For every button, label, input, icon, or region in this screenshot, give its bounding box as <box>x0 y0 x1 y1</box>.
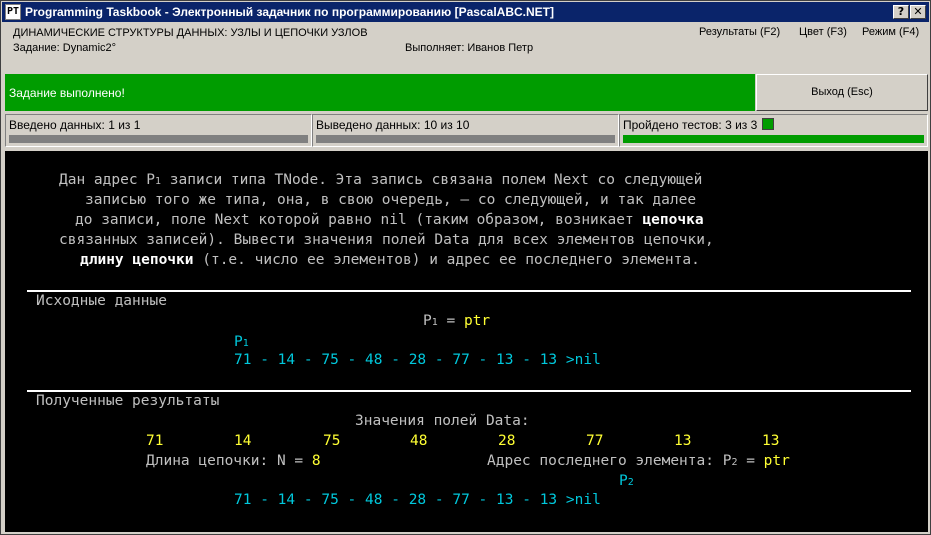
chain-node: 75 <box>321 352 339 368</box>
chain-node: 14 <box>277 352 296 368</box>
color-menu[interactable]: Цвет (F3) <box>799 26 847 38</box>
tests-progress-label: Пройдено тестов: 3 из 3 <box>623 118 775 132</box>
tests-passed-icon <box>762 118 775 130</box>
data-value: 13 <box>674 433 692 449</box>
title-bar: PT Programming Taskbook - Электронный за… <box>2 2 929 22</box>
input-chain: 71 - 14 - 75 - 48 - 28 - 77 - 13 - 13 >n… <box>234 352 601 368</box>
data-values-label: Значения полей Data: <box>355 413 530 429</box>
chain-length: Длина цепочки: N = 8 <box>146 453 321 469</box>
chain-node: 48 <box>365 492 383 508</box>
input-progress-label: Введено данных: 1 из 1 <box>9 118 141 132</box>
result-chain: 71 - 14 - 75 - 48 - 28 - 77 - 13 - 13 >n… <box>234 492 601 508</box>
result-section-title: Полученные результаты <box>36 393 220 409</box>
performer-name: Выполняет: Иванов Петр <box>405 42 534 54</box>
tests-progress: Пройдено тестов: 3 из 3 <box>619 114 928 147</box>
chain-node: 28 <box>408 352 427 368</box>
output-progress-label: Выведено данных: 10 из 10 <box>316 118 470 132</box>
chain-node: 14 <box>277 492 296 508</box>
chain-node: 71 <box>234 492 252 508</box>
topic-title: ДИНАМИЧЕСКИЕ СТРУКТУРЫ ДАННЫХ: УЗЛЫ И ЦЕ… <box>13 27 368 39</box>
input-section-title: Исходные данные <box>36 293 167 309</box>
tests-progress-bar <box>623 135 924 143</box>
chain-node: 77 <box>452 492 470 508</box>
data-value: 28 <box>498 433 516 449</box>
chain-node: 48 <box>365 352 383 368</box>
task-name: Задание: Dynamic2° <box>13 42 117 54</box>
results-menu[interactable]: Результаты (F2) <box>699 26 780 38</box>
chain-end: >nil <box>565 492 601 508</box>
chain-node: 13 <box>539 352 558 368</box>
mode-menu[interactable]: Режим (F4) <box>862 26 919 38</box>
app-window: PT Programming Taskbook - Электронный за… <box>0 0 931 535</box>
window-title: Programming Taskbook - Электронный задач… <box>25 5 554 19</box>
chain-node: 13 <box>496 352 514 368</box>
input-pointer: P1 = ptr <box>423 313 491 329</box>
chain-node: 13 <box>496 492 514 508</box>
chain-node: 13 <box>539 492 558 508</box>
data-value: 75 <box>323 433 341 449</box>
chain-node: 75 <box>321 492 339 508</box>
task-text-line-5: длину цепочки (т.е. число ее элементов) … <box>80 252 700 268</box>
input-chain-head-marker: P1 <box>234 334 249 350</box>
task-text-line-2: записью того же типа, она, в свою очеред… <box>85 192 697 208</box>
task-text-line-1: Дан адрес P1 записи типа TNode. Эта запи… <box>59 172 703 188</box>
input-progress-bar <box>9 135 308 143</box>
task-text-line-3: до записи, поле Next которой равно nil (… <box>75 212 704 228</box>
status-panel: Задание выполнено! <box>5 74 755 111</box>
chain-node: 77 <box>452 352 470 368</box>
data-value: 77 <box>586 433 604 449</box>
chain-node: 28 <box>408 492 427 508</box>
data-value: 13 <box>762 433 780 449</box>
task-text-line-4: связанных записей). Вывести значения пол… <box>59 232 714 248</box>
chain-end: >nil <box>565 352 601 368</box>
output-progress: Выведено данных: 10 из 10 <box>312 114 619 147</box>
data-value: 71 <box>146 433 164 449</box>
data-value: 48 <box>410 433 428 449</box>
result-chain-tail-marker: P2 <box>619 473 634 489</box>
task-console: Дан адрес P1 записи типа TNode. Эта запи… <box>5 151 928 532</box>
input-progress: Введено данных: 1 из 1 <box>5 114 312 147</box>
help-button[interactable]: ? <box>893 5 909 19</box>
exit-button[interactable]: Выход (Esc) <box>756 74 928 111</box>
last-element-address: Адрес последнего элемента: P2 = ptr <box>487 453 790 469</box>
output-progress-bar <box>316 135 615 143</box>
app-icon[interactable]: PT <box>5 4 21 20</box>
close-button[interactable]: ✕ <box>910 5 926 19</box>
chain-node: 71 <box>234 352 252 368</box>
data-value: 14 <box>234 433 252 449</box>
status-message: Задание выполнено! <box>9 86 125 100</box>
